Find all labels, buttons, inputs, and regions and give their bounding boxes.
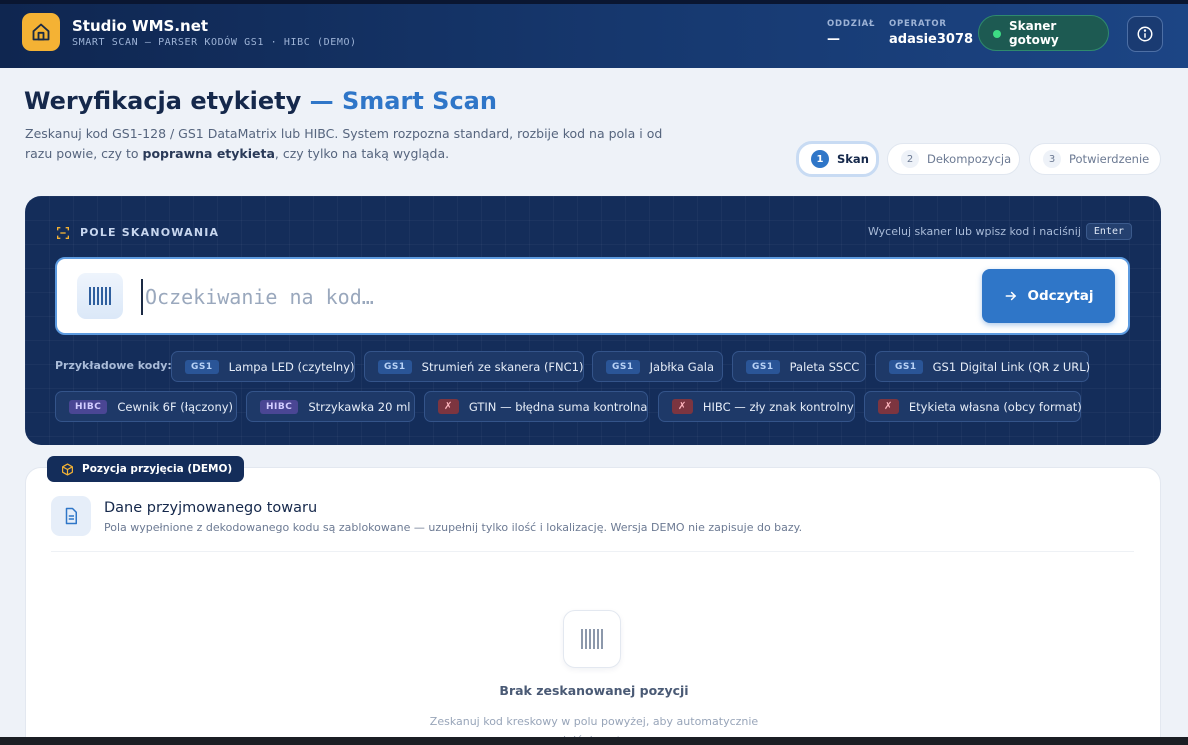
info-button[interactable] (1127, 16, 1163, 52)
scan-panel-label: POLE SKANOWANIA (55, 226, 219, 239)
brand-title: Studio WMS.net (72, 17, 209, 35)
invalid-x-icon: ✗ (672, 399, 693, 414)
example-chip-strzykawka[interactable]: HIBC Strzykawka 20 ml (246, 391, 415, 422)
desc-bold: poprawna etykieta (142, 146, 275, 161)
status-dot-icon (993, 30, 1001, 38)
barcode-icon-box (77, 273, 123, 319)
empty-state-title: Brak zeskanowanej pozycji (499, 683, 689, 698)
invalid-x-icon: ✗ (878, 399, 899, 414)
scan-code-input[interactable] (141, 279, 961, 315)
operator-label: OPERATOR (889, 19, 947, 29)
barcode-icon (581, 629, 603, 649)
example-chip-strumien[interactable]: GS1 Strumień ze skanera (FNC1) (364, 351, 584, 382)
chip-label: Lampa LED (czytelny) (228, 359, 355, 374)
examples-label: Przykładowe kody: (55, 359, 172, 372)
home-icon (32, 23, 50, 41)
scan-hint: Wyceluj skaner lub wpisz kod i naciśnij … (868, 223, 1132, 240)
document-icon (65, 507, 77, 525)
read-button-label: Odczytaj (1027, 288, 1094, 304)
chip-label: HIBC — zły znak kontrolny (702, 399, 854, 414)
step-decomposition[interactable]: 2 Dekompozycja (887, 143, 1020, 175)
step-confirmation[interactable]: 3 Potwierdzenie (1029, 143, 1161, 175)
box-icon (62, 462, 73, 476)
document-icon-box (51, 496, 91, 536)
receipt-title: Dane przyjmowanego towaru (104, 500, 318, 516)
invalid-x-icon: ✗ (438, 399, 459, 414)
chip-label: Cewnik 6F (łączony) (117, 399, 234, 414)
chip-label: Etykieta własna (obcy format) (908, 399, 1082, 414)
chip-label: Jabłka Gala (649, 359, 715, 374)
example-chip-digital-link[interactable]: GS1 GS1 Digital Link (QR z URL) (875, 351, 1091, 382)
empty-state-icon-box (563, 610, 621, 668)
branch-label: ODDZIAŁ (827, 19, 876, 29)
example-chip-hibc-bad[interactable]: ✗ HIBC — zły znak kontrolny (658, 391, 855, 422)
read-button[interactable]: Odczytaj (982, 269, 1115, 323)
operator-value: adasie3078 (889, 32, 974, 47)
page-title-accent: — Smart Scan (309, 87, 497, 115)
step-number: 2 (901, 150, 919, 168)
enter-key-hint: Enter (1085, 223, 1132, 240)
gs1-tag: GS1 (606, 359, 640, 374)
empty-state-line-1: Zeskanuj kod kreskowy w polu powyżej, ab… (429, 715, 759, 728)
gs1-tag: GS1 (378, 359, 412, 374)
step-label: Dekompozycja (927, 152, 1012, 166)
scanner-status-label: Skaner gotowy (1009, 19, 1059, 47)
barcode-icon (89, 287, 111, 305)
branch-value: — (827, 32, 840, 47)
gs1-tag: GS1 (746, 359, 780, 374)
info-icon (1137, 26, 1153, 42)
page-title: Weryfikacja etykiety — Smart Scan (24, 87, 497, 115)
chip-label: Paleta SSCC (789, 359, 860, 374)
step-scan[interactable]: 1 Skan (796, 141, 879, 177)
desc-part-2: , czy tylko na taką wygląda. (274, 146, 450, 161)
gs1-tag: GS1 (185, 359, 219, 374)
example-chip-own-label[interactable]: ✗ Etykieta własna (obcy format) (864, 391, 1082, 422)
hibc-tag: HIBC (260, 399, 299, 414)
chip-label: GS1 Digital Link (QR z URL) (932, 359, 1091, 374)
example-chip-gtin-bad[interactable]: ✗ GTIN — błędna suma kontrolna (424, 391, 648, 422)
home-button[interactable] (22, 13, 60, 51)
step-number: 1 (811, 150, 829, 168)
step-label: Potwierdzenie (1069, 152, 1150, 166)
example-chip-lampa[interactable]: GS1 Lampa LED (czytelny) (171, 351, 355, 382)
example-chip-paleta[interactable]: GS1 Paleta SSCC (732, 351, 866, 382)
scan-input-container: Odczytaj (55, 257, 1130, 335)
step-number: 3 (1043, 150, 1061, 168)
chip-label: Strumień ze skanera (FNC1) (421, 359, 584, 374)
example-chip-jablka[interactable]: GS1 Jabłka Gala (592, 351, 723, 382)
window-bottom-edge (0, 737, 1188, 745)
receipt-subtitle: Pola wypełnione z dekodowanego kodu są z… (104, 521, 803, 534)
page-title-main: Weryfikacja etykiety (24, 87, 310, 115)
scan-frame-icon (57, 227, 69, 239)
brand-subtitle: SMART SCAN — PARSER KODÓW GS1 · HIBC (DE… (72, 37, 357, 48)
receipt-badge-label: Pozycja przyjęcia (DEMO) (82, 463, 233, 475)
page-description: Zeskanuj kod GS1-128 / GS1 DataMatrix lu… (25, 124, 665, 164)
hibc-tag: HIBC (69, 399, 108, 414)
step-label: Skan (837, 152, 869, 166)
chip-label: Strzykawka 20 ml (308, 399, 411, 414)
receipt-badge: Pozycja przyjęcia (DEMO) (47, 456, 245, 482)
arrow-right-icon (1005, 291, 1016, 301)
chip-label: GTIN — błędna suma kontrolna (468, 399, 648, 414)
gs1-tag: GS1 (889, 359, 923, 374)
scan-hint-text: Wyceluj skaner lub wpisz kod i naciśnij (867, 225, 1081, 238)
example-chip-cewnik[interactable]: HIBC Cewnik 6F (łączony) (55, 391, 237, 422)
scanner-status-badge: Skaner gotowy (978, 15, 1109, 51)
divider (51, 551, 1134, 552)
scan-panel-label-text: POLE SKANOWANIA (80, 226, 220, 239)
